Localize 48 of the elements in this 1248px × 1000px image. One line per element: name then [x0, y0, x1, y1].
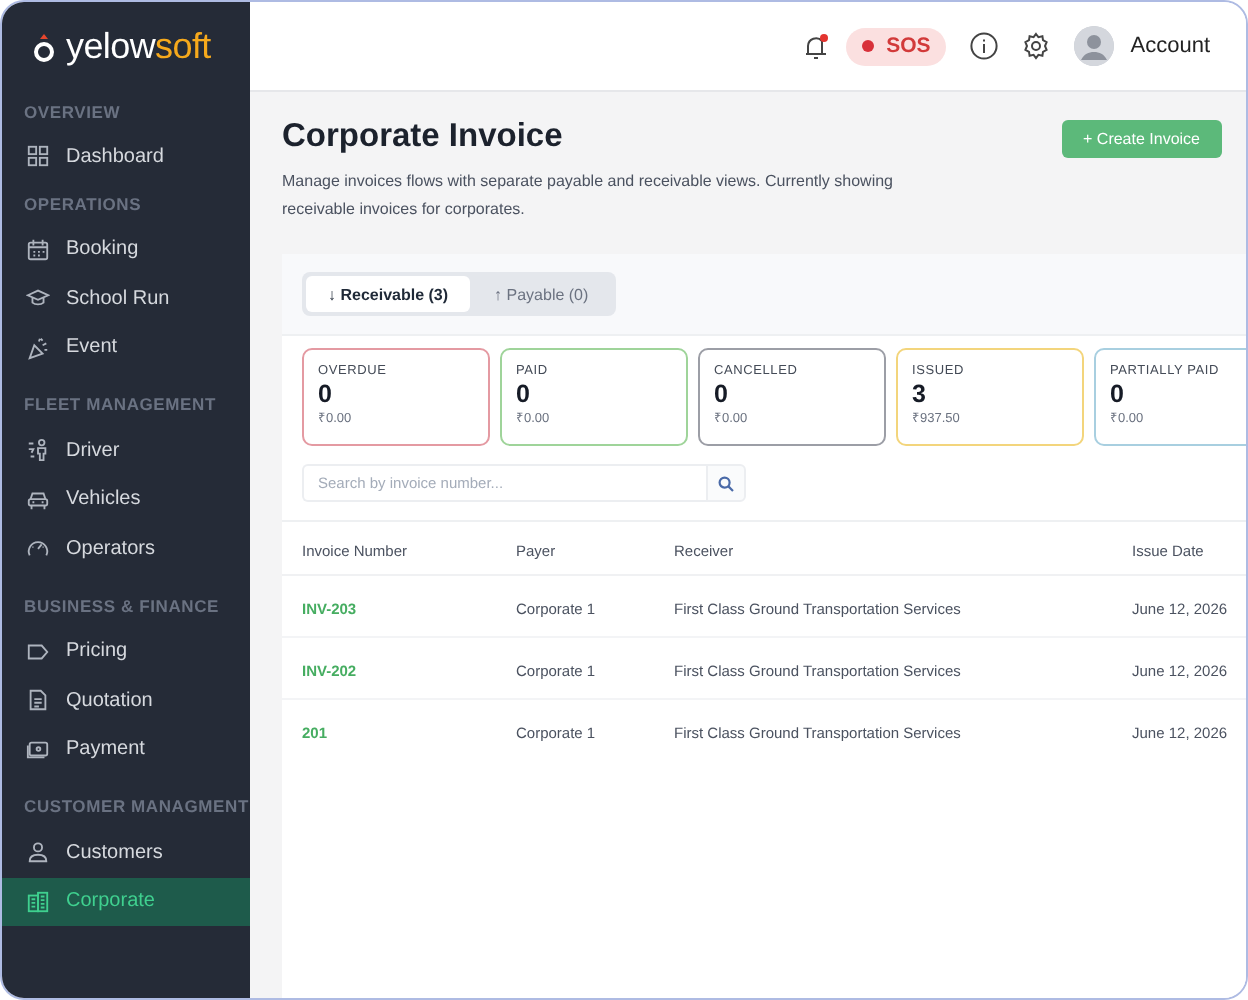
settings-icon[interactable]: [1022, 32, 1051, 60]
sidebar-item[interactable]: Customers: [2, 828, 250, 877]
logo-text: yelowsoft: [66, 26, 211, 68]
section-heading: FLEET MANAGEMENT: [22, 394, 216, 414]
building-icon: [26, 889, 50, 914]
sos-button[interactable]: SOS: [846, 27, 947, 65]
section-heading: BUSINESS & FINANCE: [22, 595, 219, 615]
gauge-icon: [26, 536, 50, 561]
card-count: 3: [912, 380, 926, 408]
document-icon: [26, 688, 50, 713]
card-count: 0: [318, 380, 332, 408]
sidebar-item[interactable]: Payment: [2, 725, 250, 774]
tab[interactable]: ↑ Payable (0): [470, 276, 613, 312]
search-icon: [718, 475, 734, 491]
avatar[interactable]: [1074, 26, 1115, 66]
calendar-icon: [26, 237, 50, 262]
search-button[interactable]: [706, 464, 746, 502]
sidebar-item[interactable]: Corporate: [2, 877, 250, 926]
page-title: Corporate Invoice: [282, 116, 563, 156]
card-count: 0: [516, 380, 530, 408]
sidebar-item[interactable]: Vehicles: [2, 475, 250, 524]
sidebar-item[interactable]: Operators: [2, 524, 250, 573]
car-icon: [26, 487, 50, 512]
party-popper-icon: [26, 335, 50, 360]
sidebar-item[interactable]: School Run: [2, 274, 250, 323]
sidebar-item[interactable]: Driver: [2, 426, 250, 475]
info-icon[interactable]: [970, 32, 999, 60]
sidebar-item[interactable]: Event: [2, 323, 250, 372]
grid-icon: [26, 144, 50, 169]
tag-icon: [26, 639, 50, 664]
payment-icon: [26, 737, 50, 762]
graduation-cap-icon: [26, 286, 50, 311]
sidebar-item[interactable]: Dashboard: [2, 132, 250, 181]
logo-icon: [32, 31, 56, 63]
driver-icon: [26, 438, 50, 463]
section-heading: OVERVIEW: [22, 102, 121, 122]
sidebar-item[interactable]: Quotation: [2, 676, 250, 725]
section-heading: CUSTOMER MANAGMENT: [22, 796, 249, 816]
card-count: 0: [714, 380, 728, 408]
section-heading: OPERATIONS: [22, 193, 142, 213]
card-count: 0: [1110, 380, 1124, 408]
tab[interactable]: ↓ Receivable (3): [306, 276, 471, 312]
account-label[interactable]: Account: [1130, 34, 1210, 58]
notification-bell-icon[interactable]: [802, 31, 831, 61]
user-icon: [26, 840, 50, 865]
page-description: Manage invoices flows with separate payable and receivable views. Currently showing receivable invoices for corporates.: [282, 170, 895, 222]
sidebar-item[interactable]: Booking: [2, 225, 250, 274]
sidebar-item[interactable]: Pricing: [2, 627, 250, 676]
